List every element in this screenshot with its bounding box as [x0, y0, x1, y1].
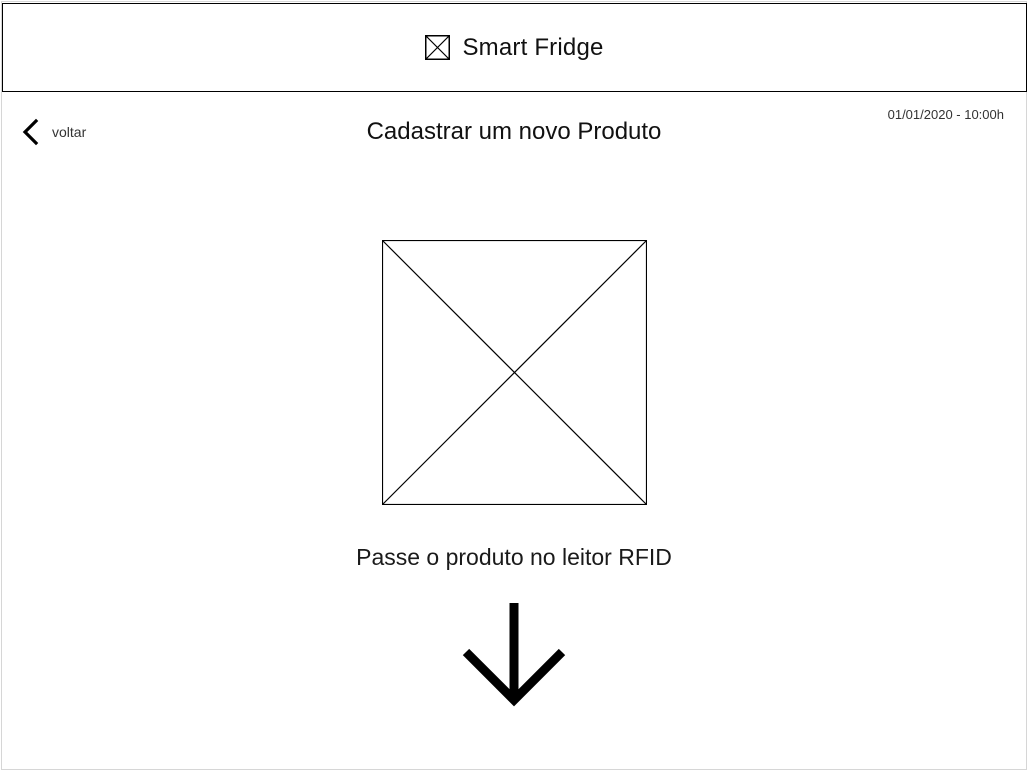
datetime-label: 01/01/2020 - 10:00h	[887, 107, 1004, 122]
arrow-down-icon	[462, 603, 566, 707]
rfid-instruction: Passe o produto no leitor RFID	[356, 544, 672, 570]
app-title: Smart Fridge	[462, 33, 604, 61]
app-header: Smart Fridge	[2, 3, 1027, 92]
image-placeholder-icon	[425, 35, 451, 60]
page-title: Cadastrar um novo Produto	[366, 118, 662, 145]
product-image-placeholder	[382, 240, 647, 505]
